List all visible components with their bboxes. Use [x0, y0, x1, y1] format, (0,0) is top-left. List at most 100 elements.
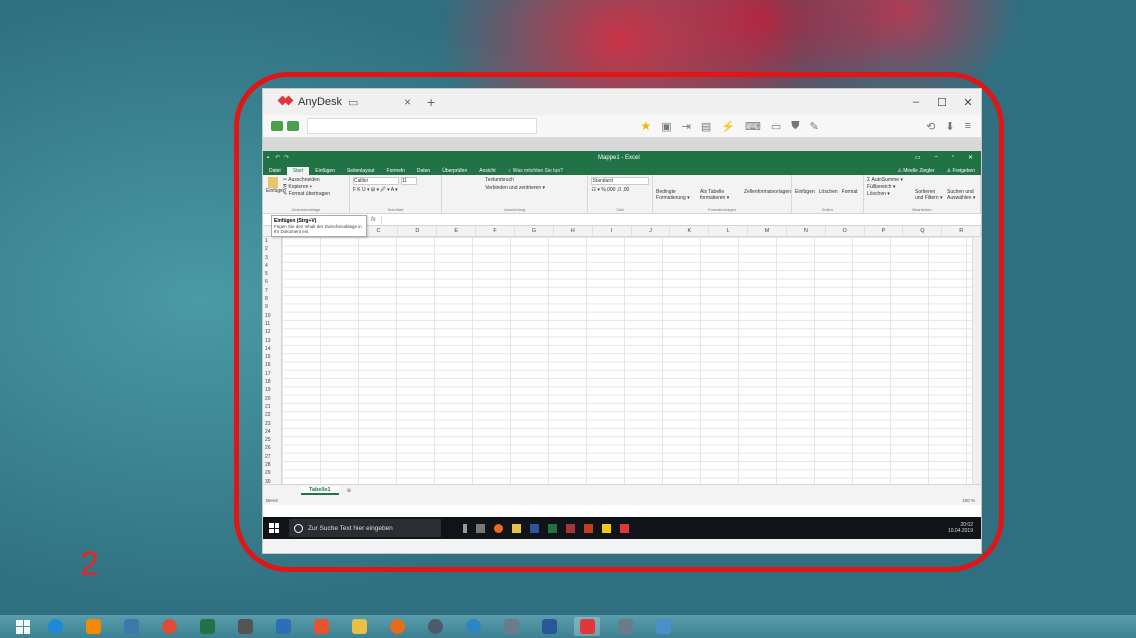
column-header[interactable]: R	[942, 226, 981, 236]
note-icon[interactable]	[602, 523, 611, 533]
mic-icon[interactable]	[463, 523, 467, 533]
row-header[interactable]: 18	[263, 378, 281, 386]
column-header[interactable]: D	[398, 226, 438, 236]
merge-center-button[interactable]: Verbinden und zentrieren ▾	[485, 185, 584, 191]
tools2-icon[interactable]	[612, 617, 638, 636]
format-cells-button[interactable]: Format	[842, 177, 858, 211]
anydesk-tab[interactable]: AnyDesk ▭ ×	[263, 95, 419, 109]
firefox-icon[interactable]	[494, 523, 503, 533]
row-header[interactable]: 10	[263, 312, 281, 320]
tab-formulas[interactable]: Formeln	[381, 167, 411, 175]
new-tab-button[interactable]: +	[427, 94, 435, 110]
column-header[interactable]: F	[476, 226, 515, 236]
excel-close-button[interactable]: ✕	[968, 154, 973, 161]
windows-start-icon[interactable]	[269, 523, 279, 533]
formula-input[interactable]	[380, 215, 981, 224]
favorite-star-icon[interactable]: ★	[640, 119, 651, 133]
ribbon-display-button[interactable]: ▭	[915, 154, 921, 161]
delete-cells-button[interactable]: Löschen	[819, 177, 838, 211]
excel-host-icon[interactable]	[194, 617, 220, 636]
tab-data[interactable]: Daten	[411, 167, 436, 175]
clear-button[interactable]: Löschen ▾	[867, 191, 911, 197]
share-button[interactable]: ♙ Freigeben	[941, 167, 981, 175]
row-header[interactable]: 20	[263, 395, 281, 403]
autosum-button[interactable]: Σ AutoSumme ▾	[867, 177, 911, 183]
row-header[interactable]: 13	[263, 337, 281, 345]
wrap-text-button[interactable]: Textumbruch	[485, 177, 584, 183]
keyboard-icon[interactable]: ⌨	[745, 120, 761, 133]
anydesk-host-icon[interactable]	[574, 617, 600, 636]
number-format-select[interactable]: Standard	[591, 177, 650, 185]
foxit-icon[interactable]	[308, 617, 334, 636]
connection-icon[interactable]	[271, 121, 283, 131]
insert-cells-button[interactable]: Einfügen	[795, 177, 815, 211]
row-header[interactable]: 23	[263, 420, 281, 428]
tab-file[interactable]: Datei	[263, 167, 287, 175]
column-header[interactable]: M	[748, 226, 787, 236]
tab-close-button[interactable]: ×	[404, 95, 411, 109]
cut-button[interactable]: ✂ Ausschneiden	[283, 177, 330, 183]
column-header[interactable]: L	[709, 226, 749, 236]
row-header[interactable]: 12	[263, 328, 281, 336]
anydesk-taskbar-icon[interactable]	[620, 523, 629, 533]
task-view-icon[interactable]	[476, 523, 485, 533]
row-header[interactable]: 11	[263, 320, 281, 328]
row-header[interactable]: 22	[263, 411, 281, 419]
sort-filter-button[interactable]: Sortieren und Filtern ▾	[915, 177, 943, 211]
remote-desktop-icon[interactable]	[650, 617, 676, 636]
close-button[interactable]: ✕	[955, 96, 981, 109]
undo-icon[interactable]: ↶	[275, 154, 280, 161]
row-header[interactable]: 28	[263, 461, 281, 469]
column-header[interactable]: Q	[903, 226, 943, 236]
user-name[interactable]: ⚠ Mirelle Ziegler	[891, 167, 940, 175]
row-header[interactable]: 27	[263, 453, 281, 461]
row-header[interactable]: 3	[263, 254, 281, 262]
access-icon[interactable]	[566, 523, 575, 533]
row-header[interactable]: 5	[263, 270, 281, 278]
chat-icon[interactable]	[287, 121, 299, 131]
firefox-host-icon[interactable]	[384, 617, 410, 636]
row-header[interactable]: 4	[263, 262, 281, 270]
format-as-table-button[interactable]: Als Tabelle formatieren ▾	[700, 177, 738, 211]
number-format-buttons[interactable]: ☷ ▾ % 000 ,0 ,00	[591, 187, 649, 193]
word-icon[interactable]	[530, 523, 539, 533]
remote-search-box[interactable]: Zur Suche Text hier eingeben	[289, 519, 441, 537]
pen-icon[interactable]: ✎	[809, 120, 818, 133]
pen-app-icon[interactable]	[270, 617, 296, 636]
row-header[interactable]: 26	[263, 444, 281, 452]
row-header[interactable]: 6	[263, 278, 281, 286]
actions-icon[interactable]: ⚡	[721, 120, 735, 133]
tab-view[interactable]: Ansicht	[473, 167, 501, 175]
tab-home[interactable]: Start	[286, 167, 310, 175]
paste-button[interactable]: Einfügen	[266, 177, 286, 197]
row-header[interactable]: 30	[263, 478, 281, 486]
add-sheet-button[interactable]: ⊕	[347, 488, 352, 494]
find-select-button[interactable]: Suchen und Auswählen ▾	[947, 177, 977, 211]
zoom-level[interactable]: 100 %	[962, 498, 975, 503]
tell-me-search[interactable]: ♀ Was möchten Sie tun?	[502, 167, 569, 175]
row-header[interactable]: 29	[263, 469, 281, 477]
column-header[interactable]: O	[826, 226, 865, 236]
row-header[interactable]: 9	[263, 303, 281, 311]
tab-insert[interactable]: Einfügen	[309, 167, 341, 175]
cell-styles-button[interactable]: Zellenformatvorlagen	[744, 177, 791, 211]
copy-button[interactable]: ⎘ Kopieren ▾	[283, 184, 330, 190]
format-painter-button[interactable]: ✎ Format übertragen	[283, 191, 330, 197]
excel-minimize-button[interactable]: –	[934, 154, 937, 161]
vlc-icon[interactable]	[80, 617, 106, 636]
row-header[interactable]: 24	[263, 428, 281, 436]
row-header[interactable]: 19	[263, 386, 281, 394]
font-name-select[interactable]: Calibri	[352, 177, 399, 185]
history-icon[interactable]: ⟲	[926, 120, 935, 133]
explorer-icon[interactable]	[512, 523, 521, 533]
vertical-scrollbar[interactable]	[972, 237, 981, 484]
input-icon[interactable]: ⇥	[682, 120, 691, 133]
powerpoint-icon[interactable]	[584, 523, 593, 533]
column-header[interactable]: P	[865, 226, 904, 236]
screen-icon[interactable]: ▭	[771, 120, 781, 133]
row-header[interactable]: 14	[263, 345, 281, 353]
column-header[interactable]: K	[670, 226, 710, 236]
row-header[interactable]: 2	[263, 245, 281, 253]
excel-icon[interactable]	[548, 523, 557, 533]
scanner-icon[interactable]	[232, 617, 258, 636]
